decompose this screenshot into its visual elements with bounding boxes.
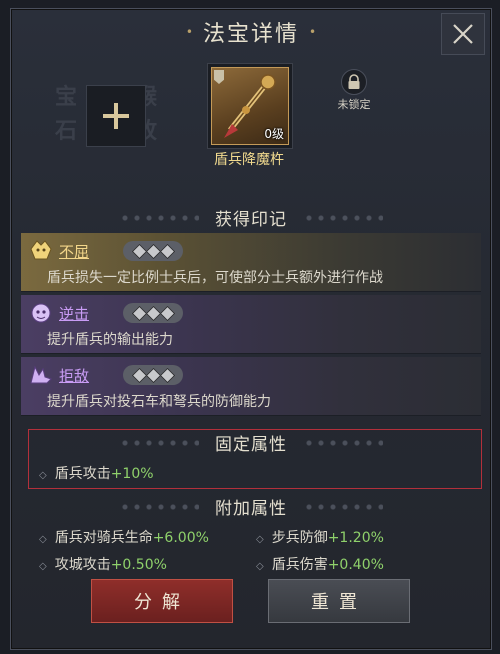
fixed-attrs-header: 固定属性 [11, 430, 491, 455]
title-ornament-left: • [185, 25, 193, 39]
header-ornament [303, 213, 384, 222]
title-ornament-right: • [309, 25, 317, 39]
attr-value: +0.50% [110, 557, 167, 573]
seal-description: 提升盾兵对投石车和弩兵的防御能力 [47, 394, 271, 410]
seal-rank-pips [123, 241, 183, 261]
bullet-icon: ◇ [256, 534, 264, 545]
extra-attr-line: ◇ 盾兵对骑兵生命+6.00% [39, 527, 209, 547]
attr-label: 攻城攻击 [54, 557, 111, 573]
rank-pip [159, 243, 175, 259]
seal-row-judi: 拒敌 提升盾兵对投石车和弩兵的防御能力 [21, 357, 481, 416]
item-level: 0级 [264, 127, 284, 141]
attr-label: 盾兵对骑兵生命 [54, 530, 153, 546]
bullet-icon: ◇ [39, 534, 47, 545]
lion-emblem-icon [30, 240, 52, 260]
close-button[interactable] [441, 13, 485, 55]
fixed-attr-line: ◇ 盾兵攻击+10% [39, 463, 154, 483]
reset-button[interactable]: 重置 [268, 579, 410, 623]
seal-name-link[interactable]: 拒敌 [59, 365, 89, 386]
attr-value: +10% [110, 466, 154, 482]
seal-description: 盾兵损失一定比例士兵后，可使部分士兵额外进行作战 [47, 270, 383, 286]
watermark-char: 石 [55, 118, 78, 144]
lock-button[interactable] [341, 69, 367, 95]
header-ornament [303, 438, 384, 447]
attr-value: +1.20% [327, 530, 384, 546]
seals-section-header: 获得印记 [11, 205, 491, 230]
seal-name-link[interactable]: 逆击 [59, 303, 89, 324]
title-bar: • 法宝详情 • [11, 9, 491, 55]
fixed-attrs-title: 固定属性 [215, 435, 287, 455]
attr-label: 盾兵伤害 [271, 557, 328, 573]
seal-rank-pips [123, 365, 183, 385]
lock-toggle[interactable]: 未锁定 [329, 69, 379, 112]
header-ornament [303, 502, 384, 511]
header-ornament [118, 438, 199, 447]
attr-value: +6.00% [152, 530, 209, 546]
rank-pip [159, 367, 175, 383]
plus-icon [103, 103, 129, 129]
attr-label: 步兵防御 [271, 530, 328, 546]
seal-rank-pips [123, 303, 183, 323]
treasure-detail-panel: • 法宝详情 • 宝 石 猴 故 0级 盾兵降魔杵 未锁定 获得印记 不屈 盾兵… [10, 8, 492, 650]
bullet-icon: ◇ [256, 561, 264, 572]
extra-attrs-header: 附加属性 [11, 494, 491, 519]
seal-description: 提升盾兵的输出能力 [47, 332, 173, 348]
attr-value: +0.40% [327, 557, 384, 573]
bullet-icon: ◇ [39, 470, 47, 481]
add-material-slot[interactable] [86, 85, 146, 147]
rank-pip [159, 305, 175, 321]
header-ornament [118, 502, 199, 511]
lock-label: 未锁定 [337, 98, 371, 111]
page-title: 法宝详情 [202, 22, 299, 47]
lock-icon [348, 74, 360, 89]
item-name: 盾兵降魔杵 [214, 152, 284, 168]
bullet-icon: ◇ [39, 561, 47, 572]
decompose-button[interactable]: 分解 [91, 579, 233, 623]
extra-attr-line: ◇ 步兵防御+1.20% [256, 527, 384, 547]
item-icon-frame[interactable]: 0级 [211, 67, 289, 145]
extra-attr-line: ◇ 攻城攻击+0.50% [39, 554, 167, 574]
close-icon [453, 24, 473, 44]
seals-section-title: 获得印记 [215, 210, 287, 230]
seal-row-niji: 逆击 提升盾兵的输出能力 [21, 295, 481, 354]
wing-emblem-icon [30, 365, 52, 384]
header-ornament [118, 213, 199, 222]
seal-row-buqu: 不屈 盾兵损失一定比例士兵后，可使部分士兵额外进行作战 [21, 233, 481, 292]
extra-attr-line: ◇ 盾兵伤害+0.40% [256, 554, 384, 574]
beast-face-icon [31, 303, 51, 323]
attr-label: 盾兵攻击 [54, 466, 111, 482]
extra-attrs-title: 附加属性 [215, 499, 287, 519]
seal-name-link[interactable]: 不屈 [59, 241, 89, 262]
watermark-char: 宝 [55, 84, 78, 110]
